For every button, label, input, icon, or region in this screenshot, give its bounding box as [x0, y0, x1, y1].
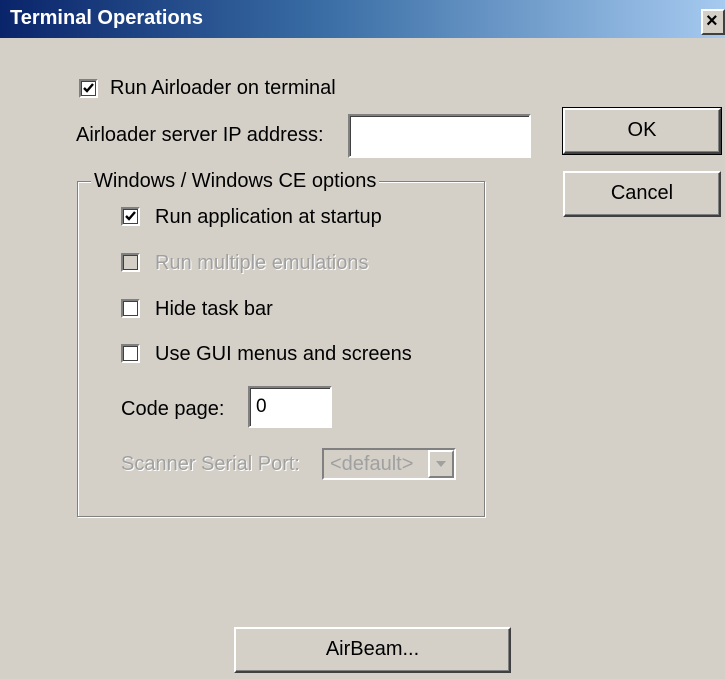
close-button[interactable]: ×	[701, 9, 725, 35]
checkmark-icon	[83, 83, 94, 93]
hide-taskbar-checkbox[interactable]	[121, 299, 140, 318]
hide-taskbar-label: Hide task bar	[155, 298, 273, 320]
run-multiple-label: Run multiple emulations	[155, 252, 369, 274]
ok-button[interactable]: OK	[562, 107, 722, 155]
windows-options-title: Windows / Windows CE options	[91, 170, 380, 193]
close-icon: ×	[706, 10, 718, 32]
gui-menus-checkbox[interactable]	[121, 344, 140, 363]
run-airloader-checkbox[interactable]	[79, 79, 98, 98]
airloader-ip-label: Airloader server IP address:	[76, 124, 324, 146]
code-page-label: Code page:	[121, 398, 225, 420]
run-multiple-checkbox[interactable]	[121, 253, 140, 272]
scanner-port-dropdown-button[interactable]	[428, 450, 454, 478]
gui-menus-label: Use GUI menus and screens	[155, 343, 412, 365]
scanner-port-select[interactable]: <default>	[322, 448, 456, 480]
checkmark-icon	[125, 211, 136, 221]
run-app-startup-checkbox[interactable]	[121, 207, 140, 226]
run-app-startup-label: Run application at startup	[155, 206, 382, 228]
scanner-port-label: Scanner Serial Port:	[121, 453, 300, 475]
airbeam-button[interactable]: AirBeam...	[234, 627, 511, 673]
cancel-button[interactable]: Cancel	[563, 171, 721, 217]
code-page-input[interactable]	[248, 386, 332, 428]
airloader-ip-input[interactable]	[348, 114, 531, 158]
window-title: Terminal Operations	[10, 7, 204, 29]
run-airloader-label: Run Airloader on terminal	[110, 77, 336, 99]
chevron-down-icon	[436, 461, 446, 467]
scanner-port-value: <default>	[330, 453, 414, 475]
